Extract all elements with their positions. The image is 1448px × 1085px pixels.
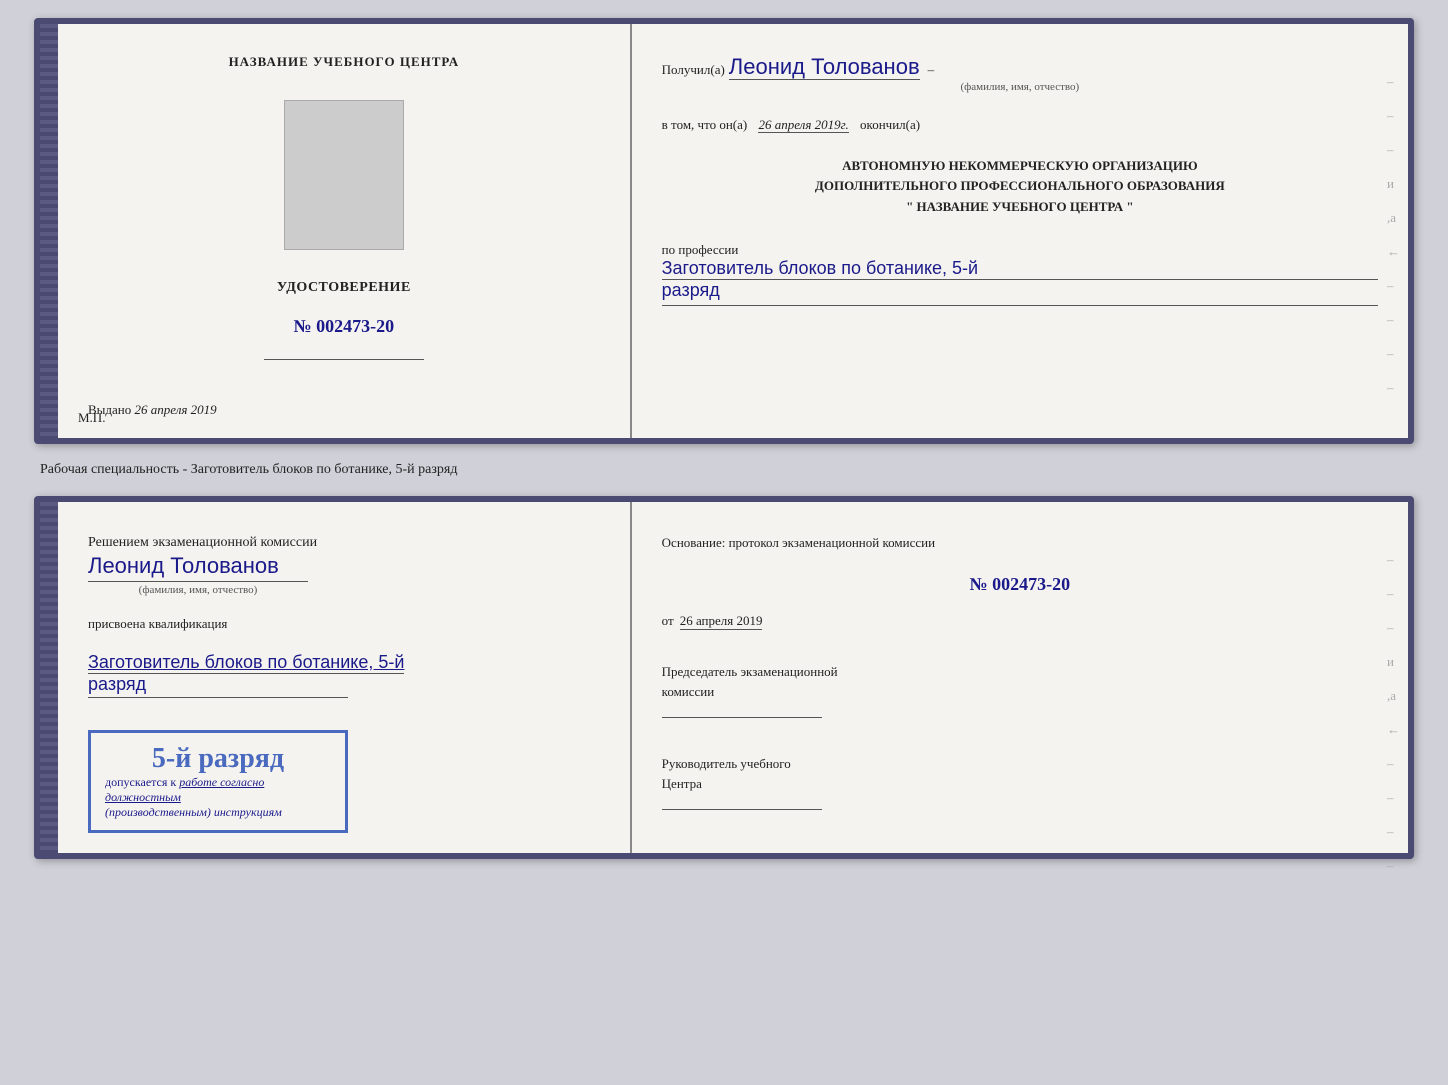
doc1-recipient-name: Леонид Толованов (729, 54, 920, 80)
doc2-komissia-block: Решением экзаменационной комиссии Леонид… (88, 532, 317, 596)
doc1-date-value: 26 апреля 2019г. (758, 117, 848, 133)
doc2-razryad-line (88, 697, 348, 698)
doc1-org-line1: АВТОНОМНУЮ НЕКОММЕРЧЕСКУЮ ОРГАНИЗАЦИЮ (662, 156, 1378, 177)
doc2-rukov-line2: Центра (662, 774, 1378, 794)
doc2-rukov-block: Руководитель учебного Центра (662, 754, 1378, 812)
doc-spine-2 (40, 502, 58, 853)
doc1-right-panel: Получил(а) Леонид Толованов – (фамилия, … (632, 24, 1408, 438)
doc1-org-block: АВТОНОМНУЮ НЕКОММЕРЧЕСКУЮ ОРГАНИЗАЦИЮ ДО… (662, 156, 1378, 218)
doc2-prisvoena: присвоена квалификация (88, 616, 227, 632)
doc1-org-line3: " НАЗВАНИЕ УЧЕБНОГО ЦЕНТРА " (662, 197, 1378, 218)
doc1-recipient-prefix: Получил(а) (662, 62, 725, 77)
doc2-stamp-box: 5-й разряд допускается к работе согласно… (88, 730, 348, 833)
doc2-rukov-line1: Руководитель учебного (662, 754, 1378, 774)
doc2-name-line (88, 581, 308, 582)
doc2-chairman-line1: Председатель экзаменационной (662, 662, 1378, 682)
doc1-org-line2: ДОПОЛНИТЕЛЬНОГО ПРОФЕССИОНАЛЬНОГО ОБРАЗО… (662, 176, 1378, 197)
doc-spine-1 (40, 24, 58, 438)
doc1-left-panel: НАЗВАНИЕ УЧЕБНОГО ЦЕНТРА УДОСТОВЕРЕНИЕ №… (58, 24, 632, 438)
doc2-stamp-instr: (производственным) инструкциям (105, 805, 331, 820)
doc1-prof-value: Заготовитель блоков по ботанике, 5-й (662, 258, 1378, 280)
doc2-rukov-sig (662, 809, 822, 810)
doc2-stamp-rank: 5-й разряд (105, 743, 331, 775)
doc1-razryad-line (662, 305, 1378, 306)
doc1-sig-line (264, 359, 424, 360)
doc1-razryad-value: разряд (662, 280, 1378, 301)
doc2-komissia-prefix: Решением экзаменационной комиссии (88, 532, 317, 553)
doc2-chairman-sig (662, 717, 822, 718)
doc2-stamp-dopusk: допускается к работе согласно должностны… (105, 775, 331, 805)
doc2-ot-date: 26 апреля 2019 (680, 613, 763, 630)
doc2-osnov: Основание: протокол экзаменационной коми… (662, 532, 1378, 554)
photo-placeholder (284, 100, 404, 250)
doc2-ot-block: от 26 апреля 2019 (662, 613, 1378, 630)
separator-text: Рабочая специальность - Заготовитель бло… (30, 462, 457, 478)
doc2-ot-prefix: от (662, 613, 674, 629)
doc1-issued-line: Выдано 26 апреля 2019 (88, 402, 217, 418)
doc1-date-block: в том, что он(а) 26 апреля 2019г. окончи… (662, 115, 1378, 136)
doc1-prof-label: по профессии (662, 242, 1378, 258)
doc1-profession-block: по профессии Заготовитель блоков по бота… (662, 242, 1378, 308)
doc2-kvali-value: Заготовитель блоков по ботанике, 5-й (88, 652, 404, 674)
doc2-chairman-line2: комиссии (662, 682, 1378, 702)
doc1-cert-number: № 002473-20 (294, 316, 395, 337)
doc1-date-prefix: в том, что он(а) (662, 117, 748, 132)
doc2-kvali-block: Заготовитель блоков по ботанике, 5-й раз… (88, 652, 404, 700)
doc1-issued-date: 26 апреля 2019 (135, 402, 217, 417)
doc2-right-dashes: – – – и ,а ← – – – – (1387, 552, 1400, 874)
document-card-1: НАЗВАНИЕ УЧЕБНОГО ЦЕНТРА УДОСТОВЕРЕНИЕ №… (34, 18, 1414, 444)
doc1-date-suffix: окончил(а) (860, 117, 920, 132)
doc2-left-panel: Решением экзаменационной комиссии Леонид… (58, 502, 632, 853)
doc1-dash1: – (928, 62, 935, 77)
doc2-razryad-value: разряд (88, 674, 404, 695)
doc2-dopusk-label: допускается к (105, 775, 176, 789)
doc2-fio-label: (фамилия, имя, отчество) (88, 584, 308, 596)
doc2-komissia-name: Леонид Толованов (88, 553, 317, 579)
doc2-proto-number: № 002473-20 (662, 574, 1378, 595)
doc1-school-title: НАЗВАНИЕ УЧЕБНОГО ЦЕНТРА (229, 54, 460, 70)
doc2-chairman-block: Председатель экзаменационной комиссии (662, 662, 1378, 720)
doc1-recipient-block: Получил(а) Леонид Толованов – (фамилия, … (662, 54, 1378, 93)
doc2-right-panel: Основание: протокол экзаменационной коми… (632, 502, 1408, 853)
document-card-2: Решением экзаменационной комиссии Леонид… (34, 496, 1414, 859)
doc1-fio-label: (фамилия, имя, отчество) (662, 81, 1378, 93)
doc1-right-dashes: – – – и ,а ← – – – – (1387, 74, 1400, 396)
mp-label: М.П. (78, 410, 105, 426)
doc1-cert-label: УДОСТОВЕРЕНИЕ (277, 280, 411, 296)
